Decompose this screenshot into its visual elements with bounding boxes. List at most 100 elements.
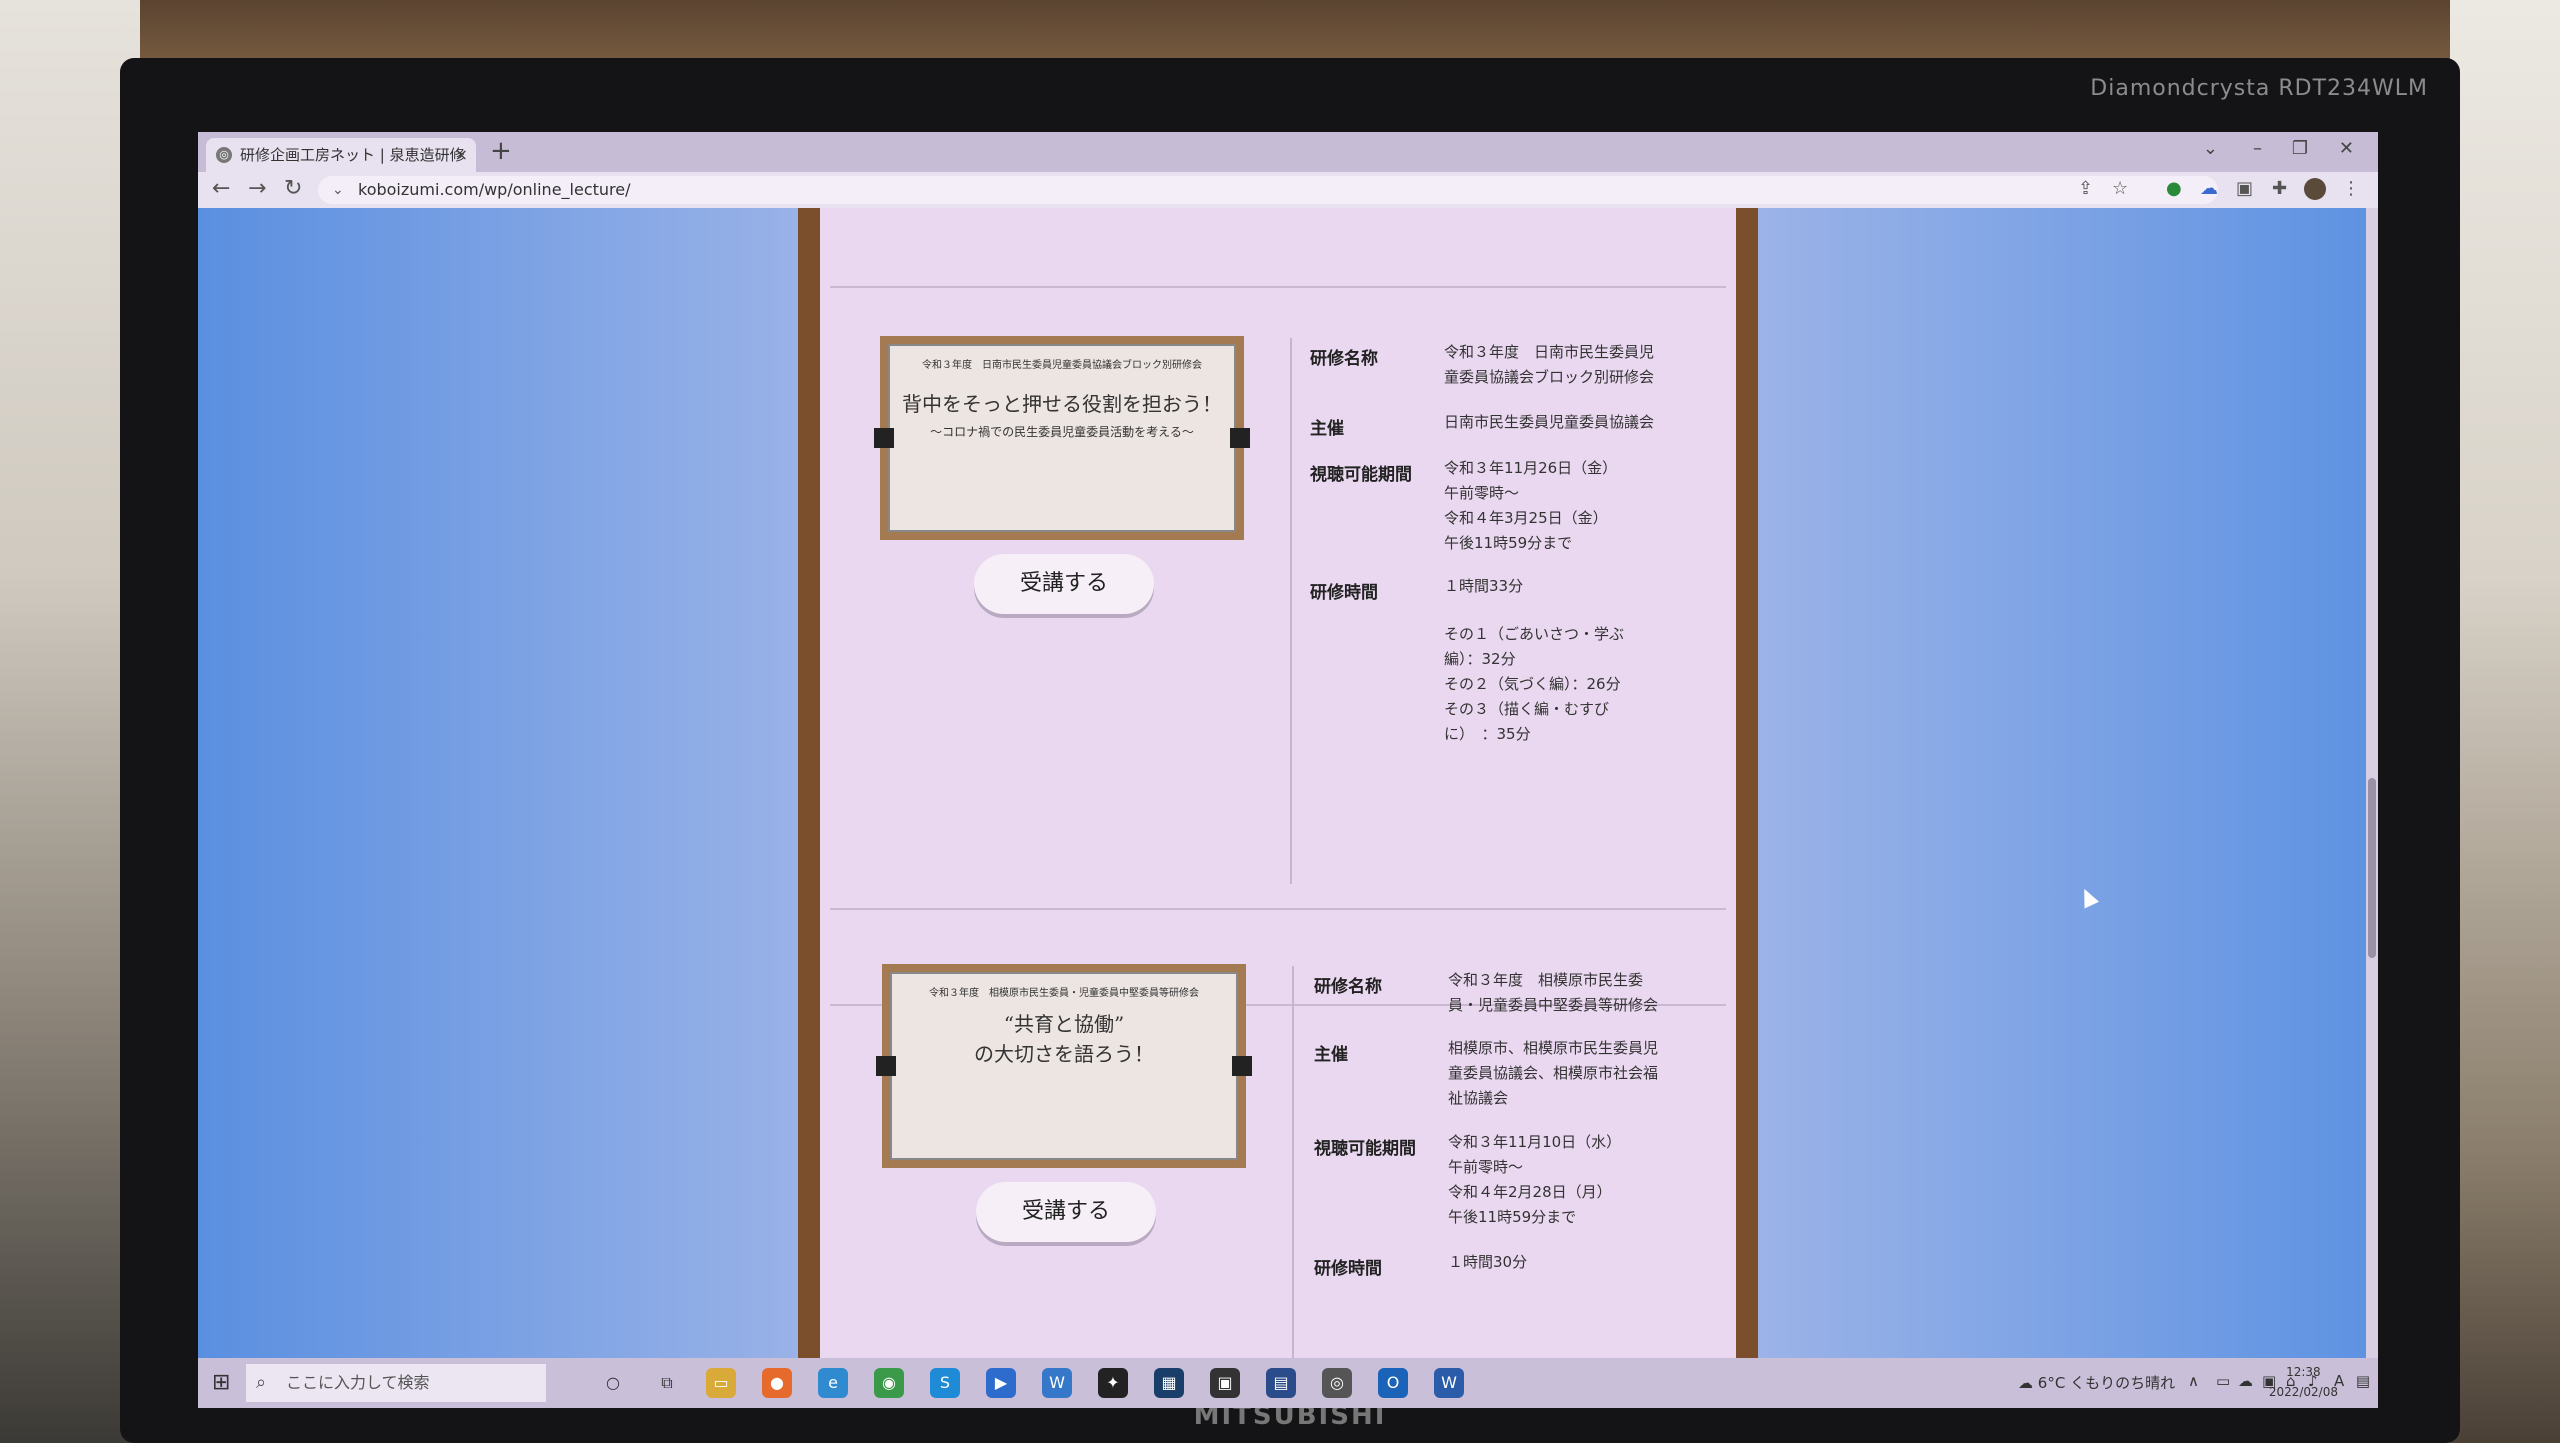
background-room-right	[2450, 0, 2560, 1443]
slide-image: 令和３年度 日南市民生委員児童委員協議会ブロック別研修会 背中をそっと押せる役割…	[888, 344, 1236, 532]
divider	[830, 286, 1726, 288]
content-paper: 令和３年度 日南市民生委員児童委員協議会ブロック別研修会 背中をそっと押せる役割…	[820, 208, 1736, 1366]
chevron-down-icon[interactable]: ⌄	[2203, 138, 2218, 159]
windows-start-icon[interactable]: ⊞	[212, 1370, 230, 1395]
training-time-label: 研修時間	[1310, 583, 1378, 603]
weather-widget[interactable]: ☁ 6°C くもりのち晴れ	[2018, 1372, 2175, 1393]
tray-chevron-icon[interactable]: ∧	[2188, 1372, 2199, 1390]
viewing-period-label: 視聴可能期間	[1314, 1139, 1416, 1159]
extension-square-icon[interactable]: ▣	[2236, 178, 2253, 199]
extension-green-icon[interactable]: ●	[2166, 178, 2182, 199]
lock-icon: ⌄	[332, 182, 344, 198]
url-text: koboizumi.com/wp/online_lecture/	[358, 180, 631, 199]
forward-button[interactable]: →	[248, 176, 266, 201]
viewing-period-value: 令和３年11月10日（水） 午前零時～ 令和４年2月28日（月） 午後11時59…	[1448, 1133, 1622, 1226]
app-icon[interactable]: W	[1042, 1368, 1072, 1398]
scrollbar-thumb[interactable]	[2368, 778, 2376, 958]
new-tab-button[interactable]: +	[490, 136, 512, 166]
frame-tab-left	[874, 428, 894, 448]
frame-tab-right	[1230, 428, 1250, 448]
share-icon[interactable]: ⇪	[2078, 178, 2093, 199]
back-button[interactable]: ←	[212, 176, 230, 201]
extension-cloud-icon[interactable]: ☁	[2200, 178, 2218, 199]
host-label: 主催	[1314, 1045, 1348, 1065]
file-explorer-icon[interactable]: ▭	[706, 1368, 736, 1398]
close-icon[interactable]: ×	[455, 138, 468, 172]
course-thumbnail[interactable]: 令和３年度 相模原市民生委員・児童委員中堅委員等研修会 “共育と協働” の大切さ…	[876, 964, 1252, 1168]
viewing-period-value: 令和３年11月26日（金） 午前零時～ 令和４年3月25日（金） 午後11時59…	[1444, 459, 1618, 552]
column-divider	[1290, 338, 1292, 884]
search-icon: ⌕	[256, 1372, 267, 1393]
slide-header: 令和３年度 相模原市民生委員・児童委員中堅委員等研修会	[929, 988, 1199, 999]
profile-avatar[interactable]	[2304, 178, 2326, 200]
training-time-value: １時間33分	[1444, 577, 1524, 595]
tab-title: 研修企画工房ネット | 泉恵造研修	[240, 146, 465, 164]
tray-cloud-icon[interactable]: ☁	[2238, 1372, 2253, 1390]
screen: ◎ 研修企画工房ネット | 泉恵造研修 × + ⌄ – ❐ ✕ ← → ↻ ⌄ …	[198, 132, 2378, 1408]
course-name-value: 令和３年度 日南市民生委員児 童委員協議会ブロック別研修会	[1444, 343, 1655, 386]
viewing-period-label: 視聴可能期間	[1310, 465, 1412, 485]
star-icon[interactable]: ☆	[2112, 178, 2128, 199]
host-value: 相模原市、相模原市民生委員児 童委員協議会、相模原市社会福 祉協議会	[1448, 1039, 1659, 1107]
movie-icon[interactable]: ▤	[1266, 1368, 1296, 1398]
menu-icon[interactable]: ⋮	[2342, 178, 2360, 199]
camera-icon[interactable]: ◎	[1322, 1368, 1352, 1398]
browser-tab[interactable]: ◎ 研修企画工房ネット | 泉恵造研修 ×	[206, 138, 476, 172]
slide-header: 令和３年度 日南市民生委員児童委員協議会ブロック別研修会	[922, 360, 1202, 371]
slide-title: 背中をそっと押せる役割を担おう！	[902, 392, 1222, 416]
address-bar[interactable]: ⌄ koboizumi.com/wp/online_lecture/	[318, 176, 2218, 204]
course-name-label: 研修名称	[1314, 977, 1382, 997]
restore-button[interactable]: ❐	[2292, 138, 2308, 159]
minimize-button[interactable]: –	[2253, 138, 2262, 159]
host-label: 主催	[1310, 419, 1344, 439]
frame-tab-left	[876, 1056, 896, 1076]
chrome-icon[interactable]: ◉	[874, 1368, 904, 1398]
enroll-button[interactable]: 受講する	[974, 554, 1154, 614]
taskbar-clock[interactable]: 12:38 2022/02/08	[2269, 1362, 2338, 1402]
scrollbar[interactable]	[2366, 208, 2378, 1358]
browser-toolbar: ← → ↻ ⌄ koboizumi.com/wp/online_lecture/…	[198, 172, 2378, 208]
browser-tab-bar: ◎ 研修企画工房ネット | 泉恵造研修 × + ⌄ – ❐ ✕	[198, 132, 2378, 172]
word-icon[interactable]: W	[1434, 1368, 1464, 1398]
cortana-icon[interactable]: ○	[598, 1368, 628, 1398]
video-editor-icon[interactable]: ▣	[1210, 1368, 1240, 1398]
search-placeholder: ここに入力して検索	[286, 1373, 430, 1392]
background-room-left	[0, 0, 140, 1443]
course-thumbnail[interactable]: 令和３年度 日南市民生委員児童委員協議会ブロック別研修会 背中をそっと押せる役割…	[874, 336, 1250, 540]
edge-icon[interactable]: e	[818, 1368, 848, 1398]
zoom-icon[interactable]: ▶	[986, 1368, 1016, 1398]
reload-button[interactable]: ↻	[284, 176, 302, 201]
weather-icon: ☁	[2018, 1374, 2033, 1392]
slide-image: 令和３年度 相模原市民生委員・児童委員中堅委員等研修会 “共育と協働” の大切さ…	[890, 972, 1238, 1160]
training-time-label: 研修時間	[1314, 1259, 1382, 1279]
tray-network-icon[interactable]: ▭	[2216, 1372, 2230, 1390]
skype-icon[interactable]: S	[930, 1368, 960, 1398]
frame-tab-right	[1232, 1056, 1252, 1076]
monitor-model-label: Diamondcrysta RDT234WLM	[2090, 76, 2428, 101]
taskbar: ⊞ ⌕ ここに入力して検索 ○ ⧉ ▭ ● e ◉ S ▶ W ✦ ▦ ▣ ▤ …	[198, 1358, 2378, 1408]
puzzle-icon[interactable]: ✚	[2272, 178, 2287, 199]
training-time-value: １時間30分	[1448, 1253, 1528, 1271]
task-view-icon[interactable]: ⧉	[652, 1368, 682, 1398]
close-window-button[interactable]: ✕	[2339, 138, 2354, 159]
course-name-label: 研修名称	[1310, 349, 1378, 369]
column-divider	[1292, 966, 1294, 1366]
clock-time: 12:38	[2286, 1365, 2321, 1379]
outlook-icon[interactable]: O	[1378, 1368, 1408, 1398]
training-parts-value: その１（ごあいさつ・学ぶ 編）：32分 その２（気づく編）：26分 その３（描く…	[1444, 625, 1625, 743]
course-name-value: 令和３年度 相模原市民生委 員・児童委員中堅委員等研修会	[1448, 971, 1659, 1014]
enroll-button[interactable]: 受講する	[976, 1182, 1156, 1242]
firefox-icon[interactable]: ●	[762, 1368, 792, 1398]
media-icon[interactable]: ✦	[1098, 1368, 1128, 1398]
divider	[830, 908, 1726, 910]
photo-editor-icon[interactable]: ▦	[1154, 1368, 1184, 1398]
taskbar-search-input[interactable]: ⌕ ここに入力して検索	[246, 1364, 546, 1402]
mouse-cursor	[2076, 885, 2100, 909]
weather-text: 6°C くもりのち晴れ	[2037, 1374, 2176, 1392]
host-value: 日南市民生委員児童委員協議会	[1444, 413, 1655, 431]
monitor-bezel: Diamondcrysta RDT234WLM MITSUBISHI ◎ 研修企…	[120, 58, 2460, 1443]
slide-title: “共育と協働” の大切さを語ろう！	[974, 1012, 1154, 1066]
notification-icon[interactable]: ▤	[2356, 1372, 2370, 1390]
slide-subtitle: 〜コロナ禍での民生委員児童委員活動を考える〜	[930, 425, 1194, 439]
globe-icon: ◎	[216, 147, 232, 163]
